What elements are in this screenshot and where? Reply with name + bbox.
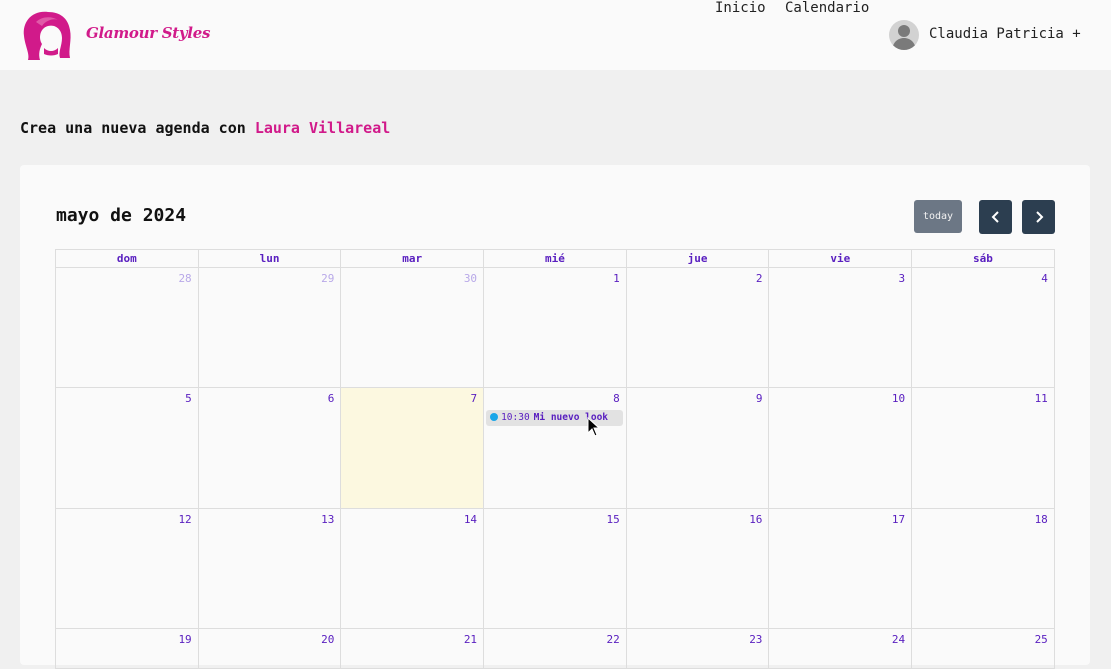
chevron-right-icon — [1035, 210, 1043, 223]
user-menu[interactable]: Claudia Patricia + — [929, 26, 1081, 42]
event-title: Mi nuevo look — [533, 412, 609, 423]
day-number[interactable]: 18 — [1035, 513, 1048, 526]
day-number[interactable]: 12 — [178, 513, 191, 526]
day-cell[interactable]: 18 — [912, 509, 1055, 629]
next-month-button[interactable] — [1022, 200, 1055, 234]
calendar-week-row: 28 29 30 1 2 3 4 — [56, 268, 1055, 388]
day-cell[interactable]: 19 — [56, 629, 199, 669]
weekday-mar: mar — [341, 250, 485, 268]
day-number[interactable]: 11 — [1035, 392, 1048, 405]
day-cell[interactable]: 1 — [484, 268, 627, 388]
day-number[interactable]: 10 — [892, 392, 905, 405]
day-number[interactable]: 2 — [756, 272, 763, 285]
day-cell[interactable]: 5 — [56, 388, 199, 509]
day-cell[interactable]: 30 — [341, 268, 485, 388]
weekday-sab: sáb — [912, 250, 1055, 268]
day-cell[interactable]: 20 — [198, 629, 342, 669]
day-cell[interactable]: 17 — [769, 509, 913, 629]
day-cell-today[interactable]: 7 — [341, 388, 485, 509]
day-number[interactable]: 17 — [892, 513, 905, 526]
day-number[interactable]: 3 — [899, 272, 906, 285]
weekday-jue: jue — [626, 250, 770, 268]
day-number[interactable]: 29 — [321, 272, 334, 285]
heading-prefix: Crea una nueva agenda con — [20, 119, 255, 137]
logo-icon[interactable] — [18, 8, 74, 62]
calendar-week-row: 12 13 14 15 16 17 18 — [56, 509, 1055, 629]
day-cell[interactable]: 28 — [56, 268, 199, 388]
event-time: 10:30 — [501, 412, 530, 423]
user-avatar-icon — [892, 25, 916, 50]
day-cell[interactable]: 24 — [769, 629, 913, 669]
day-number[interactable]: 25 — [1035, 633, 1048, 646]
day-number[interactable]: 5 — [185, 392, 192, 405]
day-number[interactable]: 19 — [178, 633, 191, 646]
day-cell[interactable]: 8 10:30 Mi nuevo look — [484, 388, 627, 509]
day-number[interactable]: 14 — [464, 513, 477, 526]
day-number[interactable]: 30 — [464, 272, 477, 285]
brand-name[interactable]: Glamour Styles — [86, 24, 210, 42]
calendar-week-row: 19 20 21 22 23 24 25 — [56, 629, 1055, 669]
day-cell[interactable]: 3 — [769, 268, 913, 388]
calendar-event[interactable]: 10:30 Mi nuevo look — [486, 410, 624, 426]
weekday-mie: mié — [484, 250, 627, 268]
day-cell[interactable]: 12 — [56, 509, 199, 629]
nav-link-calendario[interactable]: Calendario — [785, 0, 869, 16]
day-number[interactable]: 15 — [607, 513, 620, 526]
stylist-name: Laura Villareal — [254, 119, 391, 137]
day-cell[interactable]: 14 — [341, 509, 485, 629]
day-number[interactable]: 13 — [321, 513, 334, 526]
day-cell[interactable]: 11 — [912, 388, 1055, 509]
calendar-grid: dom lun mar mié jue vie sáb 28 29 30 1 2 3 4 5 6… — [55, 249, 1055, 669]
calendar-card: mayo de 2024 today dom lun mar mié jue v… — [20, 165, 1090, 669]
today-button[interactable]: today — [914, 200, 962, 233]
day-number[interactable]: 20 — [321, 633, 334, 646]
day-cell[interactable]: 16 — [626, 509, 770, 629]
calendar-title: mayo de 2024 — [56, 205, 187, 226]
day-number[interactable]: 24 — [892, 633, 905, 646]
day-cell[interactable]: 29 — [198, 268, 342, 388]
day-number[interactable]: 23 — [749, 633, 762, 646]
day-cell[interactable]: 23 — [626, 629, 770, 669]
day-number[interactable]: 9 — [756, 392, 763, 405]
day-number[interactable]: 1 — [613, 272, 620, 285]
day-cell[interactable]: 10 — [769, 388, 913, 509]
day-number[interactable]: 22 — [607, 633, 620, 646]
day-number[interactable]: 6 — [328, 392, 335, 405]
chevron-left-icon — [991, 210, 999, 223]
weekday-dom: dom — [56, 250, 199, 268]
day-cell[interactable]: 2 — [626, 268, 770, 388]
day-cell[interactable]: 13 — [198, 509, 342, 629]
day-number[interactable]: 28 — [178, 272, 191, 285]
calendar-weeks: 28 29 30 1 2 3 4 5 6 7 8 10:30 Mi nuevo look 9 10 11 12 1… — [56, 268, 1055, 669]
nav-link-inicio[interactable]: Inicio — [715, 0, 766, 16]
day-number[interactable]: 16 — [749, 513, 762, 526]
page-title: Crea una nueva agenda con Laura Villarea… — [20, 119, 390, 137]
day-cell[interactable]: 21 — [341, 629, 485, 669]
day-number[interactable]: 8 — [613, 392, 620, 405]
weekday-vie: vie — [769, 250, 913, 268]
day-cell[interactable]: 25 — [912, 629, 1055, 669]
prev-month-button[interactable] — [979, 200, 1012, 234]
day-number[interactable]: 21 — [464, 633, 477, 646]
weekday-header: dom lun mar mié jue vie sáb — [56, 250, 1055, 268]
day-cell[interactable]: 9 — [626, 388, 770, 509]
day-number[interactable]: 7 — [470, 392, 477, 405]
calendar-week-row: 5 6 7 8 10:30 Mi nuevo look 9 10 11 — [56, 388, 1055, 509]
navbar: Glamour Styles Inicio Calendario Claudia… — [0, 0, 1111, 70]
day-number[interactable]: 4 — [1041, 272, 1048, 285]
day-cell[interactable]: 15 — [484, 509, 627, 629]
day-cell[interactable]: 6 — [198, 388, 342, 509]
day-cell[interactable]: 4 — [912, 268, 1055, 388]
day-cell[interactable]: 22 — [484, 629, 627, 669]
event-dot-icon — [490, 413, 499, 421]
weekday-lun: lun — [198, 250, 342, 268]
avatar[interactable] — [889, 20, 919, 50]
